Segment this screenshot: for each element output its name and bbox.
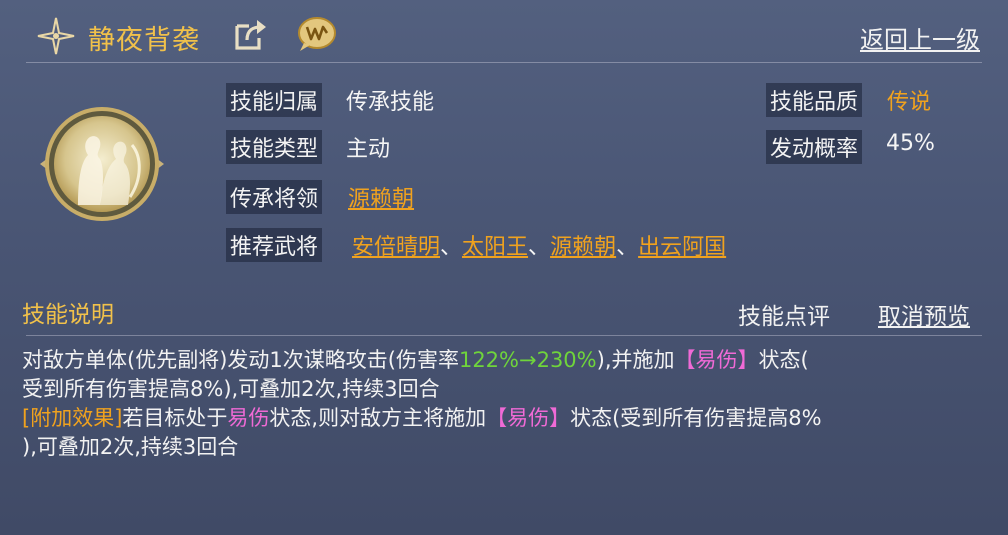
skill-belong-value: 传承技能	[346, 90, 435, 115]
header-divider	[26, 62, 982, 63]
damage-rate: 122%→230%	[458, 348, 597, 372]
skill-belong-label: 技能归属	[226, 83, 323, 117]
skill-description: 对敌方单体(优先副将)发动1次谋略攻击(伤害率122%→230%),并施加【易伤…	[22, 346, 987, 462]
skill-portrait-icon	[38, 105, 166, 223]
inherit-general-label: 传承将领	[226, 180, 323, 214]
recommend-general-link[interactable]: 源赖朝	[550, 235, 616, 260]
inherit-general-link[interactable]: 源赖朝	[348, 181, 414, 213]
trigger-chance-label: 发动概率	[766, 130, 863, 164]
chat-bubble-icon[interactable]	[296, 15, 338, 53]
skill-quality-value: 传说	[887, 90, 932, 115]
skill-type-value: 主动	[346, 137, 391, 162]
compass-star-icon	[36, 16, 76, 56]
status-tag: 【易伤】	[674, 348, 759, 372]
list-separator: 、	[616, 235, 639, 260]
cancel-preview-button[interactable]: 取消预览	[878, 297, 970, 331]
recommend-general-list: 安倍晴明、太阳王、源赖朝、出云阿国	[352, 229, 726, 261]
description-line: 对敌方单体(优先副将)发动1次谋略攻击(伤害率122%→230%),并施加【易伤…	[22, 348, 809, 372]
recommend-general-link[interactable]: 太阳王	[462, 235, 528, 260]
description-line: 受到所有伤害提高8%),可叠加2次,持续3回合	[22, 377, 440, 401]
trigger-chance-value: 45%	[886, 131, 935, 156]
list-separator: 、	[528, 235, 551, 260]
status-condition: 易伤	[227, 406, 270, 430]
share-icon[interactable]	[233, 18, 269, 52]
status-tag: 【易伤】	[486, 406, 571, 430]
recommend-general-link[interactable]: 安倍晴明	[352, 235, 440, 260]
section-divider	[26, 335, 982, 336]
extra-effect-tag: [附加效果]	[22, 406, 123, 430]
list-separator: 、	[440, 235, 463, 260]
page-title: 静夜背袭	[88, 25, 200, 56]
description-line: ),可叠加2次,持续3回合	[22, 435, 239, 459]
description-line: [附加效果]若目标处于易伤状态,则对敌方主将施加【易伤】状态(受到所有伤害提高8…	[22, 406, 822, 430]
recommend-general-label: 推荐武将	[226, 228, 323, 262]
skill-type-label: 技能类型	[226, 130, 323, 164]
back-button[interactable]: 返回上一级	[860, 20, 980, 55]
recommend-general-link[interactable]: 出云阿国	[638, 235, 726, 260]
skill-review-button[interactable]: 技能点评	[738, 297, 830, 331]
skill-quality-label: 技能品质	[766, 83, 863, 117]
section-title: 技能说明	[22, 302, 114, 328]
